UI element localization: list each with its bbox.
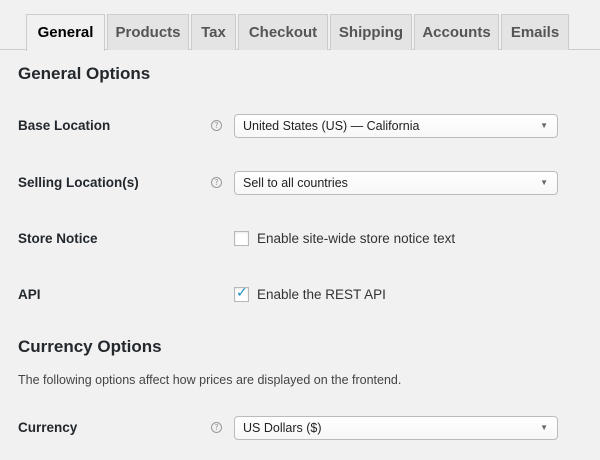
selling-locations-value: Sell to all countries [243,176,348,190]
rest-api-checkbox-label[interactable]: Enable the REST API [257,287,386,302]
general-options-heading: General Options [18,64,151,83]
base-location-value: United States (US) — California [243,119,420,133]
tab-products[interactable]: Products [107,14,189,50]
settings-tabs: General Products Tax Checkout Shipping A… [0,0,600,51]
selling-locations-label: Selling Location(s) [18,175,139,190]
base-location-label: Base Location [18,118,111,133]
store-notice-label: Store Notice [18,231,98,246]
tab-tax[interactable]: Tax [191,14,236,50]
checkmark-icon: ✓ [236,285,248,301]
question-circle-icon[interactable]: ? [211,120,222,131]
question-circle-icon[interactable]: ? [211,422,222,433]
currency-label: Currency [18,420,78,435]
currency-value: US Dollars ($) [243,421,322,435]
tab-emails[interactable]: Emails [501,14,569,50]
base-location-select[interactable]: United States (US) — California ▼ [234,114,558,138]
tab-shipping[interactable]: Shipping [330,14,412,50]
store-notice-checkbox[interactable] [234,231,249,246]
currency-select[interactable]: US Dollars ($) ▼ [234,416,558,440]
selling-locations-select[interactable]: Sell to all countries ▼ [234,171,558,195]
tab-checkout[interactable]: Checkout [238,14,328,50]
rest-api-checkbox[interactable]: ✓ [234,285,249,302]
api-label: API [18,287,41,302]
tab-general[interactable]: General [26,14,105,51]
currency-options-description: The following options affect how prices … [18,373,402,387]
tab-accounts[interactable]: Accounts [414,14,499,50]
store-notice-checkbox-label[interactable]: Enable site-wide store notice text [257,231,455,246]
currency-options-heading: Currency Options [18,337,162,356]
chevron-down-icon: ▼ [540,121,548,130]
chevron-down-icon: ▼ [540,178,548,187]
question-circle-icon[interactable]: ? [211,177,222,188]
chevron-down-icon: ▼ [540,423,548,432]
